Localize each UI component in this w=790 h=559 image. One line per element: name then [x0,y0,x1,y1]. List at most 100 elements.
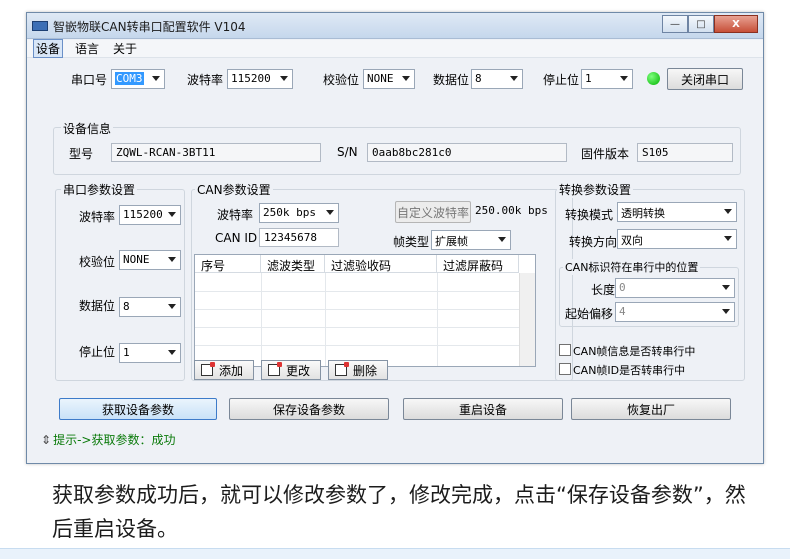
chevron-down-icon [722,285,730,290]
table-gridline [195,309,519,310]
sp-stopbits-label: 停止位 [79,345,116,359]
baud-select[interactable]: 115200 [227,69,293,89]
delete-label: 删除 [353,363,378,378]
delete-doc-icon [335,362,349,376]
chevron-down-icon [402,76,410,81]
window-controls: — □ X [662,15,758,33]
databits-value: 8 [475,72,482,85]
mode-select[interactable]: 透明转换 [617,202,737,222]
can-params-title: CAN参数设置 [195,181,273,198]
baud-label: 波特率 [187,73,224,87]
can-id-field[interactable]: 12345678 [259,228,339,247]
menu-about[interactable]: 关于 [111,40,139,57]
chevron-down-icon [168,212,176,217]
serial-params-title: 串口参数设置 [61,181,138,198]
sp-baud-label: 波特率 [79,210,116,224]
mode-value: 透明转换 [621,207,665,220]
can-baud-value: 250k bps [263,206,316,219]
direction-select[interactable]: 双向 [617,229,737,249]
can-baud-select[interactable]: 250k bps [259,203,339,223]
fw-label: 固件版本 [581,147,630,161]
filter-table[interactable]: 序号 滤波类型 过滤验收码 过滤屏蔽码 [194,254,536,367]
offset-select[interactable]: 4 [615,302,735,322]
parity-select[interactable]: NONE [363,69,415,89]
device-info-title: 设备信息 [61,120,114,137]
menu-language[interactable]: 语言 [73,40,101,57]
delete-button[interactable]: 删除 [328,360,388,380]
table-gridline [325,273,326,366]
databits-select[interactable]: 8 [471,69,523,89]
frame-info-checkbox[interactable] [559,344,571,356]
add-button[interactable]: 添加 [194,360,254,380]
add-label: 添加 [219,363,244,378]
chevron-down-icon [510,76,518,81]
table-header-filter-type: 滤波类型 [261,255,325,273]
edit-doc-icon [268,362,282,376]
chevron-down-icon [724,236,732,241]
title-bar[interactable]: 智嵌物联CAN转串口配置软件 V104 — □ X [27,13,763,39]
frame-id-checkbox[interactable] [559,363,571,375]
mode-label: 转换模式 [565,208,614,222]
chevron-down-icon [498,237,506,242]
close-button[interactable]: X [714,15,758,33]
baud-value: 115200 [231,72,271,85]
close-port-button[interactable]: 关闭串口 [667,68,743,90]
model-label: 型号 [69,147,94,161]
frame-info-label: CAN帧信息是否转串行中 [573,345,696,358]
table-header-mask-code: 过滤屏蔽码 [437,255,519,273]
parity-label: 校验位 [323,73,360,87]
custom-baud-button[interactable]: 自定义波特率 [395,201,471,223]
sp-databits-select[interactable]: 8 [119,297,181,317]
length-select[interactable]: 0 [615,278,735,298]
minimize-button[interactable]: — [662,15,688,33]
get-params-button[interactable]: 获取设备参数 [59,398,217,420]
chevron-down-icon [724,209,732,214]
restart-button[interactable]: 重启设备 [403,398,563,420]
chevron-down-icon [326,210,334,215]
chevron-down-icon [168,257,176,262]
sp-baud-value: 115200 [123,208,163,221]
bottom-strip [0,548,790,559]
convert-params-title: 转换参数设置 [557,181,634,198]
stopbits-value: 1 [585,72,592,85]
menu-bar: 设备 语言 关于 [27,39,763,58]
maximize-button[interactable]: □ [688,15,714,33]
status-line: ⇕ 提示->获取参数：成功 [41,431,175,448]
sp-stopbits-select[interactable]: 1 [119,343,181,363]
offset-label: 起始偏移 [565,307,614,321]
sp-baud-select[interactable]: 115200 [119,205,181,225]
chevron-down-icon [722,309,730,314]
canid-position-title: CAN标识符在串行中的位置 [563,259,701,275]
save-params-button[interactable]: 保存设备参数 [229,398,389,420]
edit-label: 更改 [286,363,311,378]
sp-databits-label: 数据位 [79,299,116,313]
port-select[interactable]: COM3 [111,69,165,89]
sn-field[interactable]: 0aab8bc281c0 [367,143,567,162]
chevron-down-icon [280,76,288,81]
custom-baud-value: 250.00k bps [475,204,548,217]
chevron-down-icon [620,76,628,81]
status-text: 提示->获取参数：成功 [53,433,176,447]
stopbits-select[interactable]: 1 [581,69,633,89]
frame-type-select[interactable]: 扩展帧 [431,230,511,250]
edit-button[interactable]: 更改 [261,360,321,380]
sp-stopbits-value: 1 [123,346,130,359]
sn-label: S/N [337,145,358,159]
chevron-down-icon [168,350,176,355]
sp-parity-select[interactable]: NONE [119,250,181,270]
table-gridline [195,327,519,328]
offset-value: 4 [619,305,626,318]
table-gridline [195,345,519,346]
stopbits-label: 停止位 [543,73,580,87]
restore-factory-button[interactable]: 恢复出厂 [571,398,731,420]
menu-device[interactable]: 设备 [33,39,64,58]
table-gridline [195,291,519,292]
port-value: COM3 [115,72,144,85]
table-header-index: 序号 [195,255,261,273]
config-window: 智嵌物联CAN转串口配置软件 V104 — □ X 设备 语言 关于 串口号 C… [26,12,764,464]
window-title: 智嵌物联CAN转串口配置软件 V104 [53,20,246,34]
model-field[interactable]: ZQWL-RCAN-3BT11 [111,143,321,162]
can-id-label: CAN ID [215,231,258,245]
table-scrollbar[interactable] [519,273,535,366]
fw-field[interactable]: S105 [637,143,733,162]
